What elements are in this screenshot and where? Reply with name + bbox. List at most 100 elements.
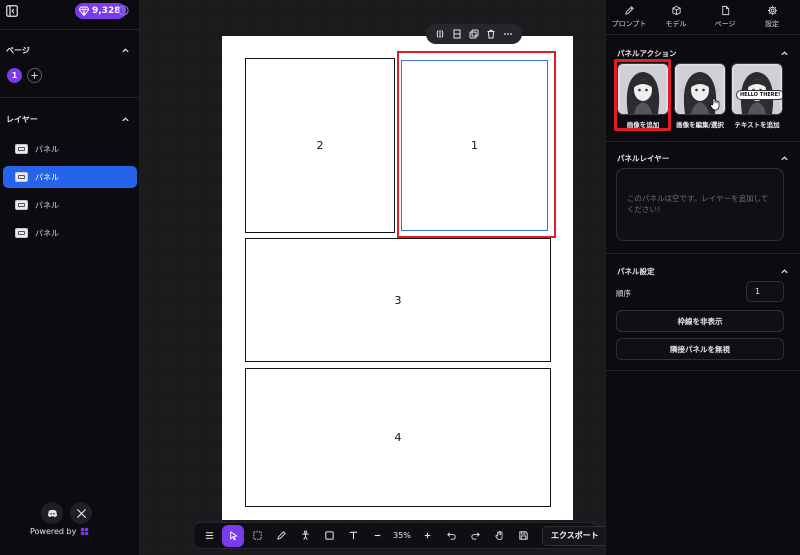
comic-panel-2[interactable]: 2	[245, 58, 395, 233]
add-text-label: テキストを追加	[734, 121, 780, 129]
layers-section-header[interactable]: レイヤー	[6, 114, 130, 125]
layer-item-label: パネル	[35, 228, 59, 238]
layer-item[interactable]: パネル	[3, 222, 137, 244]
split-vertical-icon[interactable]	[452, 29, 462, 39]
panel-number: 4	[394, 431, 402, 444]
comic-panel-4[interactable]: 4	[245, 368, 551, 507]
panel-thumb-icon	[15, 200, 28, 210]
text-tool-button[interactable]	[342, 525, 364, 547]
hamburger-icon	[205, 532, 213, 539]
ignore-adjacent-panels-button[interactable]: 隣接パネルを無視	[616, 338, 784, 360]
tab-page[interactable]: ページ	[705, 5, 745, 29]
left-sidebar: 9,328 ページ 1 レイヤー パネル パネル パネル パネル Powered…	[0, 0, 140, 555]
x-twitter-button[interactable]	[70, 502, 92, 524]
collapse-sidebar-icon[interactable]	[6, 5, 18, 17]
brand-logo-icon	[81, 527, 89, 536]
panel-number: 2	[316, 139, 324, 152]
tab-settings[interactable]: 設定	[752, 5, 792, 29]
export-button[interactable]: エクスポート	[542, 525, 608, 546]
plus-icon	[31, 72, 38, 79]
zoom-level: 35%	[393, 531, 411, 540]
zoom-out-button[interactable]	[366, 525, 388, 547]
page-chip-1[interactable]: 1	[7, 68, 22, 83]
discord-icon	[47, 509, 57, 517]
rectangle-tool-button[interactable]	[318, 525, 340, 547]
empty-message: このパネルは空です。レイヤーを追加してください！	[627, 194, 769, 215]
text-t-icon	[349, 531, 357, 540]
chevron-up-icon	[781, 269, 788, 274]
split-horizontal-icon[interactable]	[435, 29, 445, 39]
tab-prompt[interactable]: プロンプト	[609, 5, 649, 29]
add-text-card[interactable]: HELLO THERE! テキストを追加	[731, 63, 783, 131]
chevron-up-icon	[781, 156, 788, 161]
add-page-button[interactable]	[27, 68, 42, 83]
powered-by-label: Powered by	[30, 527, 77, 536]
panel-actions-title: パネルアクション	[617, 49, 677, 58]
gem-icon	[79, 6, 89, 16]
help-icon[interactable]	[118, 5, 129, 16]
panel-layers-header[interactable]: パネルレイヤー	[617, 153, 789, 164]
marquee-tool-button[interactable]	[246, 525, 268, 547]
undo-icon	[446, 532, 456, 540]
add-image-label: 画像を追加	[626, 121, 660, 129]
panel-float-toolbar	[426, 24, 522, 44]
comic-panel-1[interactable]: 1	[401, 60, 548, 231]
divider	[606, 370, 800, 371]
layer-item[interactable]: パネル	[3, 138, 137, 160]
undo-button[interactable]	[440, 525, 462, 547]
more-options-icon[interactable]	[503, 29, 513, 39]
chevron-up-icon	[122, 48, 129, 53]
edit-image-thumbnail	[674, 63, 726, 115]
select-tool-button[interactable]	[222, 524, 244, 547]
trash-icon[interactable]	[486, 29, 496, 39]
divider	[606, 253, 800, 254]
speech-bubble: HELLO THERE!	[736, 90, 782, 100]
duplicate-icon[interactable]	[469, 29, 479, 39]
manga-page-canvas[interactable]: 2 1 3 4	[222, 36, 573, 520]
comic-panel-3[interactable]: 3	[245, 238, 551, 362]
edit-image-label: 画像を編集/選択	[676, 121, 724, 129]
layer-item[interactable]: パネル	[3, 166, 137, 188]
pen-tool-button[interactable]	[270, 525, 292, 547]
order-label: 順序	[616, 289, 631, 298]
minus-icon	[374, 534, 380, 537]
panel-settings-header[interactable]: パネル設定	[617, 266, 789, 277]
cursor-arrow-icon	[229, 530, 238, 541]
gem-count: 9,328	[92, 6, 121, 16]
panel-actions-header[interactable]: パネルアクション	[617, 48, 789, 59]
chevron-up-icon	[122, 117, 129, 122]
pages-section-header[interactable]: ページ	[6, 45, 130, 56]
cube-icon	[671, 5, 681, 16]
layer-item-label: パネル	[35, 172, 59, 182]
save-button[interactable]	[512, 525, 534, 547]
zoom-in-button[interactable]	[416, 525, 438, 547]
tab-label: プロンプト	[611, 20, 647, 28]
square-icon	[324, 531, 334, 540]
plus-icon	[424, 532, 430, 539]
add-image-card[interactable]: 画像を追加	[617, 63, 669, 131]
dashed-square-icon	[252, 531, 262, 540]
panel-thumb-icon	[15, 172, 28, 182]
tab-model[interactable]: モデル	[656, 5, 696, 29]
tab-label: モデル	[665, 20, 687, 28]
gear-icon	[767, 5, 777, 16]
hide-border-button[interactable]: 枠線を非表示	[616, 310, 784, 332]
pages-section-title: ページ	[6, 46, 30, 55]
panel-settings-title: パネル設定	[617, 267, 655, 276]
tab-label: ページ	[714, 20, 736, 28]
divider	[0, 29, 140, 30]
file-icon	[721, 5, 729, 16]
pose-tool-button[interactable]	[294, 525, 316, 547]
discord-button[interactable]	[41, 502, 63, 524]
edit-select-image-card[interactable]: 画像を編集/選択	[674, 63, 726, 131]
layer-item[interactable]: パネル	[3, 194, 137, 216]
order-input[interactable]: 1	[746, 281, 784, 302]
pen-icon	[276, 531, 286, 540]
menu-button[interactable]	[198, 525, 220, 547]
redo-button[interactable]	[464, 525, 486, 547]
panel-thumb-icon	[15, 228, 28, 238]
redo-icon	[470, 532, 480, 540]
panel-number: 3	[394, 293, 402, 307]
panel-number: 1	[471, 139, 478, 152]
pan-tool-button[interactable]	[488, 525, 510, 547]
